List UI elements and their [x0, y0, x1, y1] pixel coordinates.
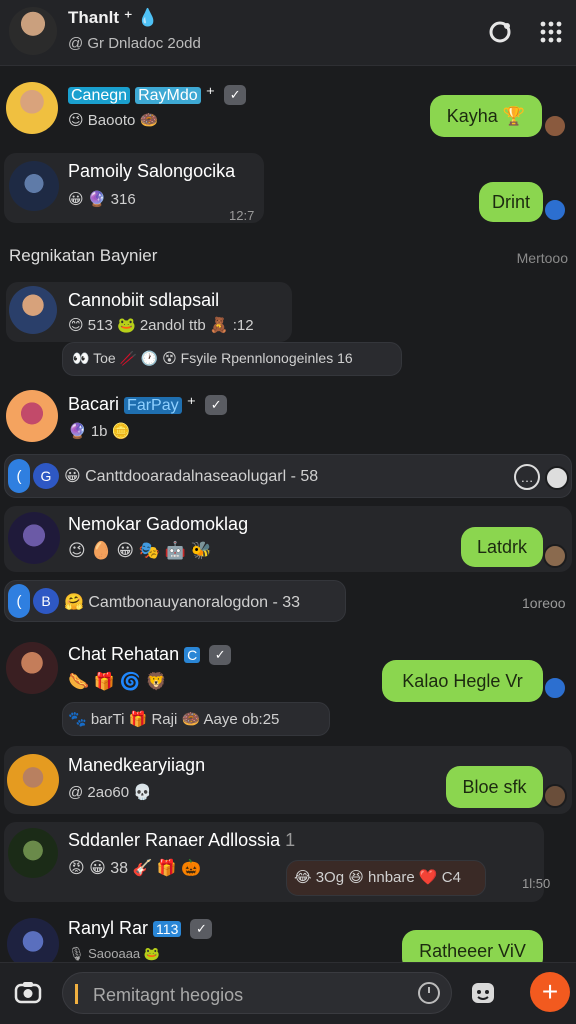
chat-time: 1l:50 — [522, 876, 551, 891]
chat-name: Nemokar Gadomoklag — [68, 514, 249, 534]
sticker-icon[interactable] — [468, 978, 498, 1008]
chat-name: Ranyl Rar — [68, 918, 149, 938]
comment-icon[interactable]: … — [514, 464, 540, 490]
message-bubble[interactable]: Kayha 🏆 — [430, 95, 542, 137]
chat-row[interactable]: Pamoily Salongocika 😀 🔮 316 12:7 Drint — [0, 153, 576, 223]
chat-tag: FarPay — [124, 397, 182, 414]
chat-tag: C — [184, 647, 201, 663]
message-bubble[interactable]: Ratheeer ViV — [402, 930, 543, 962]
camera-icon[interactable] — [12, 976, 44, 1008]
header-subtitle: @ Gr Dnladoc 2odd — [68, 35, 201, 52]
chat-row[interactable]: Chat Rehatan C ✓ 🌭 🎁 🌀 🦁 Kalao Hegle Vr … — [0, 636, 576, 740]
message-bubble[interactable]: Kalao Hegle Vr — [382, 660, 543, 702]
mini-avatar — [543, 784, 567, 808]
grid-menu-icon[interactable] — [538, 19, 564, 45]
avatar — [8, 828, 58, 878]
chat-name: Pamoily Salongocika — [68, 161, 236, 181]
status-ring-icon[interactable] — [486, 18, 514, 46]
reply-text: 🐾 barTi 🎁 Raji 🍩 Aaye ob:25 — [68, 711, 280, 728]
chat-tag: 113 — [153, 921, 182, 937]
avatar — [6, 642, 58, 694]
pin-icon: ( — [8, 584, 30, 618]
chat-row[interactable]: Cannobiit sdlapsail 😊 513 🐸 2andol ttb 🧸… — [0, 282, 576, 378]
clock-icon[interactable] — [416, 980, 442, 1006]
chat-meta: 🔮 1b 🪙 — [68, 423, 131, 440]
chat-name: Chat Rehatan — [68, 644, 180, 664]
message-input[interactable]: Remitagnt heogios — [62, 972, 452, 1014]
mini-avatar — [545, 466, 569, 490]
pinned-right: 1oreoo — [522, 595, 566, 611]
text-cursor — [75, 984, 78, 1004]
avatar — [6, 82, 58, 134]
chat-meta: 🌭 🎁 🌀 🦁 — [68, 672, 167, 691]
avatar — [9, 161, 59, 211]
chat-name: Bacari — [68, 394, 120, 414]
chat-badge: 1 — [285, 830, 296, 850]
chat-name: Canegn — [68, 87, 131, 104]
message-placeholder: Remitagnt heogios — [93, 985, 244, 1005]
chat-meta: @ 2ao60 💀 — [68, 784, 152, 801]
chat-meta: 🎙 Saooaaa 🐸 — [68, 946, 160, 961]
verified-icon: ✓ — [209, 645, 232, 666]
chat-name: Cannobiit sdlapsail — [68, 290, 220, 310]
message-bubble[interactable]: Drint — [479, 182, 543, 222]
chat-meta: 😉 🥚 😀 🎭 🤖 🐝 — [68, 541, 212, 560]
mini-avatar — [543, 676, 567, 700]
chat-meta: 😊 513 🐸 2andol ttb 🧸 :12 — [68, 317, 254, 334]
top-bar: Thanlt ⁺ 💧 @ Gr Dnladoc 2odd — [0, 0, 576, 66]
chat-row[interactable]: Nemokar Gadomoklag 😉 🥚 😀 🎭 🤖 🐝 Latdrk — [0, 506, 576, 572]
mini-avatar — [543, 198, 567, 222]
pin-icon: ( — [8, 459, 30, 493]
chat-name: Sddanler Ranaer Adllossia — [68, 830, 281, 850]
chat-tag: RayMdo — [135, 87, 201, 104]
chat-row[interactable]: Bacari FarPay ⁺ ✓ 🔮 1b 🪙 — [0, 386, 576, 446]
bluetooth-icon: B — [33, 588, 59, 614]
message-bubble[interactable]: Latdrk — [461, 527, 543, 567]
chat-row[interactable]: Ranyl Rar 113 ✓ 🎙 Saooaaa 🐸 Ratheeer ViV — [0, 910, 576, 962]
avatar — [7, 918, 59, 962]
section-title: Regnikatan Baynier — [9, 246, 158, 265]
avatar — [7, 754, 59, 806]
avatar — [8, 512, 60, 564]
chat-meta: 😉 Baooto 🍩 — [68, 112, 159, 129]
message-bubble[interactable]: Bloe sfk — [446, 766, 543, 808]
chat-meta: 😀 🔮 316 — [68, 191, 136, 208]
chat-row[interactable]: Canegn RayMdo ⁺ ✓ 😉 Baooto 🍩 Kayha 🏆 — [0, 76, 576, 146]
header-title: Thanlt ⁺ 💧 — [68, 8, 159, 27]
chat-name: Manedkearyiiagn — [68, 755, 206, 775]
chat-time: 12:7 — [229, 208, 255, 223]
send-button[interactable]: + — [530, 972, 570, 1012]
verified-icon: ✓ — [224, 85, 247, 106]
section-action[interactable]: Mertooo — [517, 250, 568, 266]
chat-row[interactable]: Sddanler Ranaer Adllossia 1 😡 😀 38 🎸 🎁 🎃… — [0, 822, 576, 902]
refresh-icon: G — [33, 463, 59, 489]
header-avatar[interactable] — [9, 7, 57, 55]
verified-icon: ✓ — [190, 919, 213, 940]
pinned-text: 🤗 Camtbonauyanoralogdon - 33 — [64, 594, 301, 611]
chat-tag-suffix: ⁺ — [205, 84, 216, 104]
chat-tag-suffix: ⁺ — [186, 394, 197, 414]
verified-icon: ✓ — [205, 395, 228, 416]
mini-avatar — [543, 114, 567, 138]
reaction-text: 😂 3Og 😆 hnbare ❤️ C4 — [294, 869, 461, 886]
chat-row[interactable]: Manedkearyiiagn @ 2ao60 💀 Bloe sfk — [0, 746, 576, 814]
pinned-text: 😀 Canttdooaradalnaseaolugarl - 58 — [64, 468, 319, 485]
chat-meta: 😡 😀 38 🎸 🎁 🎃 — [68, 860, 202, 877]
reply-text: 👀 Toe 🥢 🕐 😵 Fsyile Rpennlonogeinles 16 — [72, 350, 353, 366]
avatar — [6, 390, 58, 442]
avatar — [9, 286, 57, 334]
mini-avatar — [543, 544, 567, 568]
